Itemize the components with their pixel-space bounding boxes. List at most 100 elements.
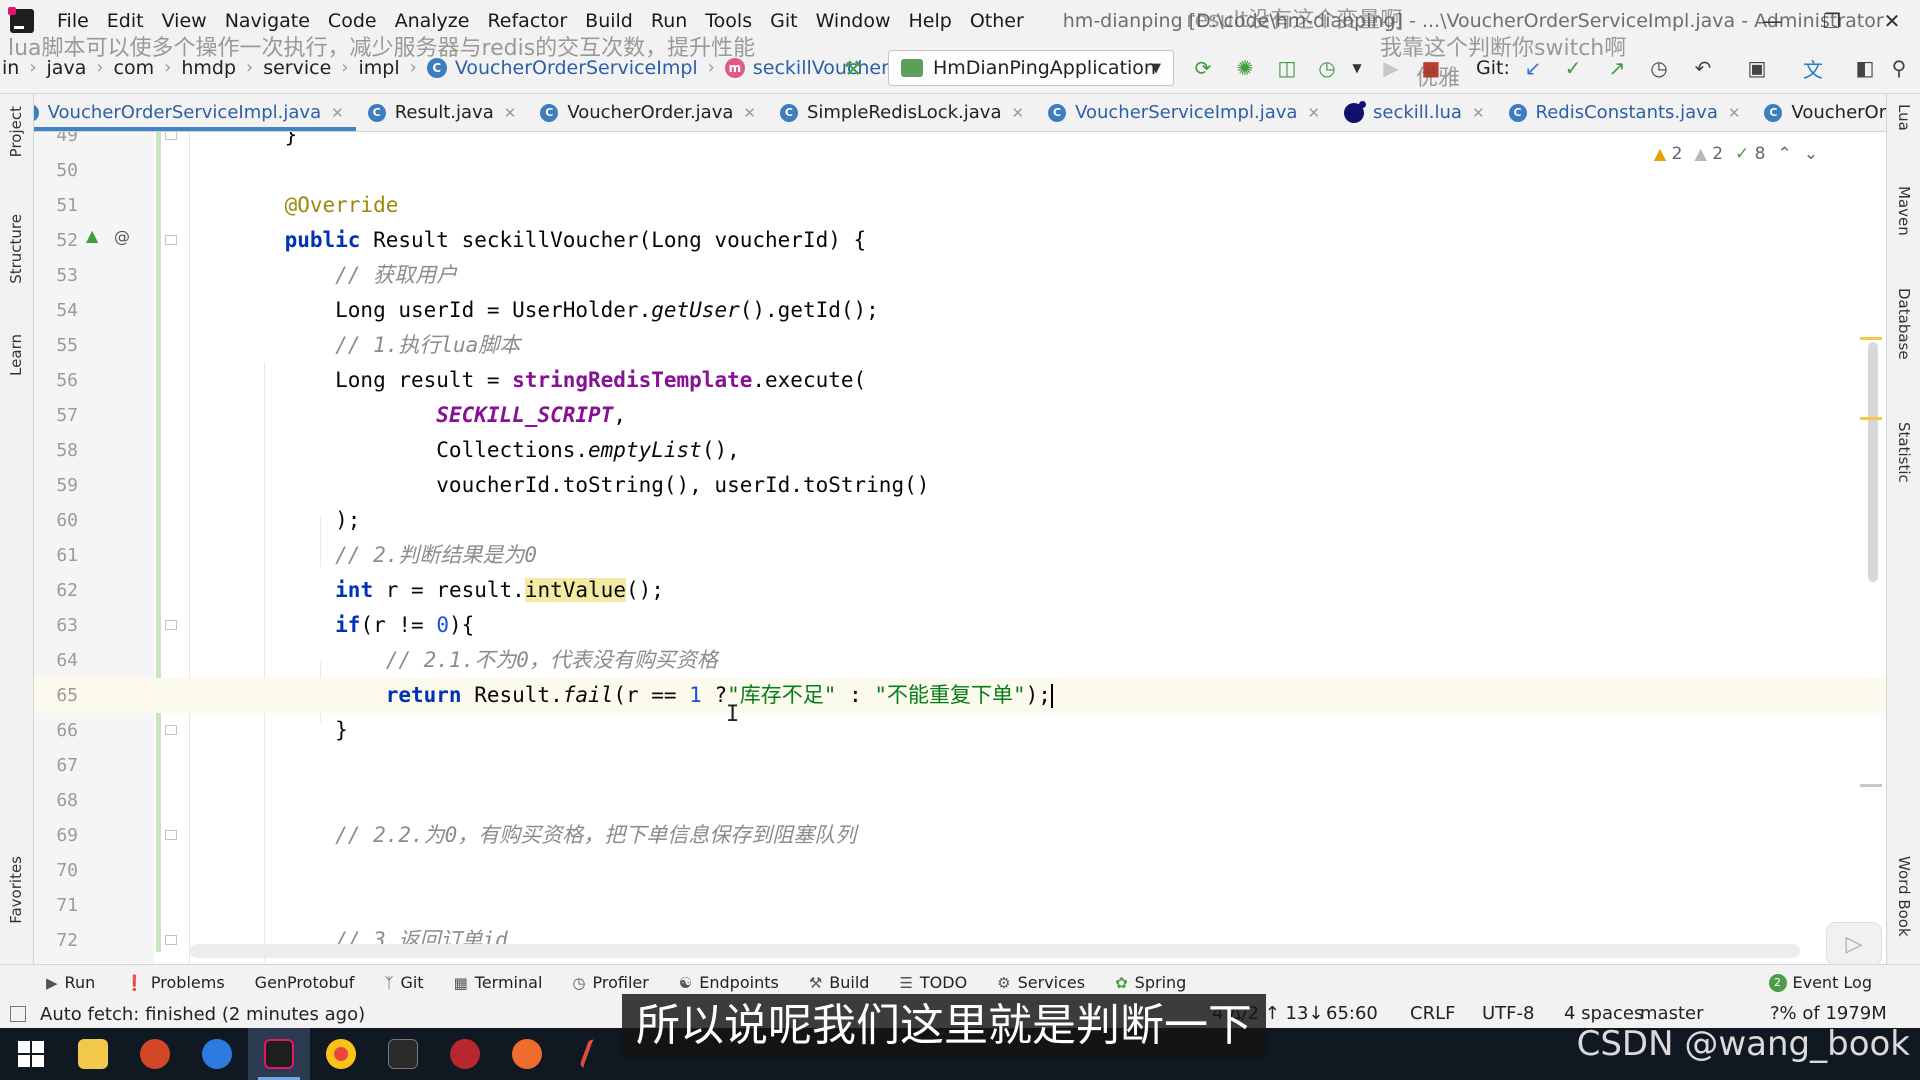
menu-window[interactable]: Window bbox=[807, 0, 900, 42]
git-branch[interactable]: master bbox=[1640, 1003, 1703, 1024]
fold-marker-icon[interactable] bbox=[165, 725, 177, 735]
menu-analyze[interactable]: Analyze bbox=[386, 0, 479, 42]
menu-help[interactable]: Help bbox=[899, 0, 960, 42]
tab-result[interactable]: C Result.java ✕ bbox=[356, 94, 529, 131]
powerpoint-icon[interactable] bbox=[124, 1028, 186, 1080]
tab-redis-constants[interactable]: C RedisConstants.java ✕ bbox=[1497, 94, 1753, 131]
favorites-tool-button[interactable]: Favorites bbox=[7, 856, 25, 924]
search-icon[interactable]: ⚲ bbox=[1886, 55, 1912, 81]
tab-simple-redis-lock[interactable]: C SimpleRedisLock.java ✕ bbox=[768, 94, 1036, 131]
structure-tool-button[interactable]: Structure bbox=[7, 214, 25, 284]
menu-tools[interactable]: Tools bbox=[696, 0, 761, 42]
video-play-icon[interactable]: ▷ bbox=[1826, 922, 1882, 966]
terminal-taskbar-icon[interactable] bbox=[372, 1028, 434, 1080]
close-tab-icon[interactable]: ✕ bbox=[1307, 104, 1320, 122]
info-stripe[interactable] bbox=[1860, 784, 1882, 787]
git-update-icon[interactable]: ↙ bbox=[1520, 55, 1546, 81]
caret-position[interactable]: 65:60 bbox=[1326, 1003, 1378, 1024]
learn-tool-button[interactable]: Learn bbox=[7, 334, 25, 376]
profile-dropdown-icon[interactable]: ▼ bbox=[1344, 55, 1370, 81]
tab-voucher-service-impl[interactable]: C VoucherServiceImpl.java ✕ bbox=[1036, 94, 1332, 131]
git-commit-icon[interactable]: ✓ bbox=[1560, 55, 1586, 81]
project-tool-button[interactable]: Project bbox=[7, 106, 25, 157]
close-tab-icon[interactable]: ✕ bbox=[1012, 104, 1025, 122]
build-hammer-icon[interactable]: ⚒ bbox=[840, 55, 866, 81]
menu-run[interactable]: Run bbox=[642, 0, 696, 42]
windows-start-icon[interactable] bbox=[0, 1028, 62, 1080]
file-encoding[interactable]: UTF-8 bbox=[1482, 1003, 1534, 1024]
breadcrumb-service[interactable]: service bbox=[263, 57, 331, 79]
tool-todo[interactable]: ☰ TODO bbox=[899, 973, 967, 992]
translate-icon[interactable]: 文 bbox=[1800, 55, 1826, 82]
restore-icon[interactable]: ❐ bbox=[1804, 0, 1860, 42]
minimize-icon[interactable]: — bbox=[1744, 0, 1800, 42]
fold-marker-icon[interactable] bbox=[165, 935, 177, 945]
coverage-icon[interactable]: ◫ bbox=[1274, 55, 1300, 81]
tool-run[interactable]: ▶ Run bbox=[46, 973, 95, 992]
tool-problems[interactable]: ❗ Problems bbox=[125, 973, 224, 992]
tool-spring[interactable]: ✿ Spring bbox=[1115, 973, 1186, 992]
menu-code[interactable]: Code bbox=[319, 0, 386, 42]
tool-build[interactable]: ⚒ Build bbox=[809, 973, 870, 992]
menu-edit[interactable]: Edit bbox=[98, 0, 153, 42]
rollback-icon[interactable]: ↶ bbox=[1690, 55, 1716, 81]
close-tab-icon[interactable]: ✕ bbox=[743, 104, 756, 122]
menu-view[interactable]: View bbox=[153, 0, 216, 42]
status-window-icon[interactable] bbox=[10, 1006, 26, 1022]
tool-profiler[interactable]: ◷ Profiler bbox=[572, 973, 648, 992]
tool-git[interactable]: ᛉ Git bbox=[384, 973, 423, 992]
maven-tool-button[interactable]: Maven bbox=[1895, 186, 1913, 236]
redis-desktop-icon[interactable] bbox=[434, 1028, 496, 1080]
fold-marker-icon[interactable] bbox=[165, 235, 177, 245]
chrome-icon[interactable] bbox=[310, 1028, 372, 1080]
annotation-marker-icon[interactable]: @ bbox=[114, 227, 130, 246]
breadcrumb-hmdp[interactable]: hmdp bbox=[181, 57, 236, 79]
rerun-icon[interactable]: ⟳ bbox=[1190, 55, 1216, 81]
ide-window-icon[interactable]: ◧ bbox=[1852, 55, 1878, 81]
database-tool-button[interactable]: Database bbox=[1895, 288, 1913, 360]
run-configuration-select[interactable]: HmDianPingApplication ▼ bbox=[888, 50, 1174, 86]
lua-tool-button[interactable]: Lua bbox=[1895, 104, 1913, 131]
close-tab-icon[interactable]: ✕ bbox=[504, 104, 517, 122]
history-icon[interactable]: ◷ bbox=[1646, 55, 1672, 81]
breadcrumb-impl[interactable]: impl bbox=[358, 57, 399, 79]
status-message[interactable]: Auto fetch: finished (2 minutes ago) bbox=[40, 1004, 365, 1025]
close-tab-icon[interactable]: ✕ bbox=[1472, 104, 1485, 122]
tab-voucher-order-service-impl[interactable]: C VoucherOrderServiceImpl.java ✕ bbox=[8, 94, 356, 131]
browser-icon[interactable] bbox=[186, 1028, 248, 1080]
git-push-icon[interactable]: ↗ bbox=[1604, 55, 1630, 81]
close-tab-icon[interactable]: ✕ bbox=[331, 104, 344, 122]
horizontal-scrollbar[interactable] bbox=[190, 944, 1800, 958]
warning-stripe[interactable] bbox=[1860, 417, 1882, 420]
fold-marker-icon[interactable] bbox=[165, 620, 177, 630]
line-separator[interactable]: CRLF bbox=[1410, 1003, 1455, 1024]
word-book-tool-button[interactable]: Word Book bbox=[1895, 856, 1913, 937]
menu-build[interactable]: Build bbox=[576, 0, 642, 42]
file-explorer-icon[interactable] bbox=[62, 1028, 124, 1080]
postman-icon[interactable] bbox=[496, 1028, 558, 1080]
breadcrumb-class[interactable]: C VoucherOrderServiceImpl bbox=[426, 57, 698, 79]
menu-other[interactable]: Other bbox=[961, 0, 1033, 42]
implements-marker-icon[interactable]: ▲ bbox=[86, 226, 98, 245]
close-tab-icon[interactable]: ✕ bbox=[1728, 104, 1741, 122]
tool-terminal[interactable]: ▦ Terminal bbox=[454, 973, 543, 992]
fold-marker-icon[interactable] bbox=[165, 830, 177, 840]
indent-setting[interactable]: 4 spaces bbox=[1564, 1003, 1643, 1024]
pen-tool-icon[interactable] bbox=[558, 1028, 620, 1080]
statistic-tool-button[interactable]: Statistic bbox=[1895, 422, 1913, 483]
vertical-scrollbar[interactable] bbox=[1868, 342, 1878, 582]
warning-stripe[interactable] bbox=[1860, 337, 1882, 340]
tool-services[interactable]: ⚙ Services bbox=[997, 973, 1085, 992]
tab-voucher-order[interactable]: C VoucherOrder.java ✕ bbox=[528, 94, 768, 131]
tool-endpoints[interactable]: ☯ Endpoints bbox=[679, 973, 779, 992]
close-window-icon[interactable]: ✕ bbox=[1864, 0, 1920, 42]
code-editor[interactable]: ▲ 2 ▲ 2 ✓ 8 ⌃ ⌄ 49 } 50 51 @Override 52 … bbox=[34, 132, 1886, 964]
tool-genprotobuf[interactable]: GenProtobuf bbox=[255, 973, 355, 992]
event-log-button[interactable]: 2 Event Log bbox=[1768, 973, 1872, 992]
intellij-taskbar-icon[interactable] bbox=[248, 1028, 310, 1080]
menu-file[interactable]: File bbox=[48, 0, 98, 42]
profile-icon[interactable]: ◷ bbox=[1314, 55, 1340, 81]
breadcrumb-com[interactable]: com bbox=[114, 57, 155, 79]
memory-indicator[interactable]: ?% of 1979M bbox=[1770, 1003, 1887, 1024]
project-structure-icon[interactable]: ▣ bbox=[1744, 55, 1770, 81]
